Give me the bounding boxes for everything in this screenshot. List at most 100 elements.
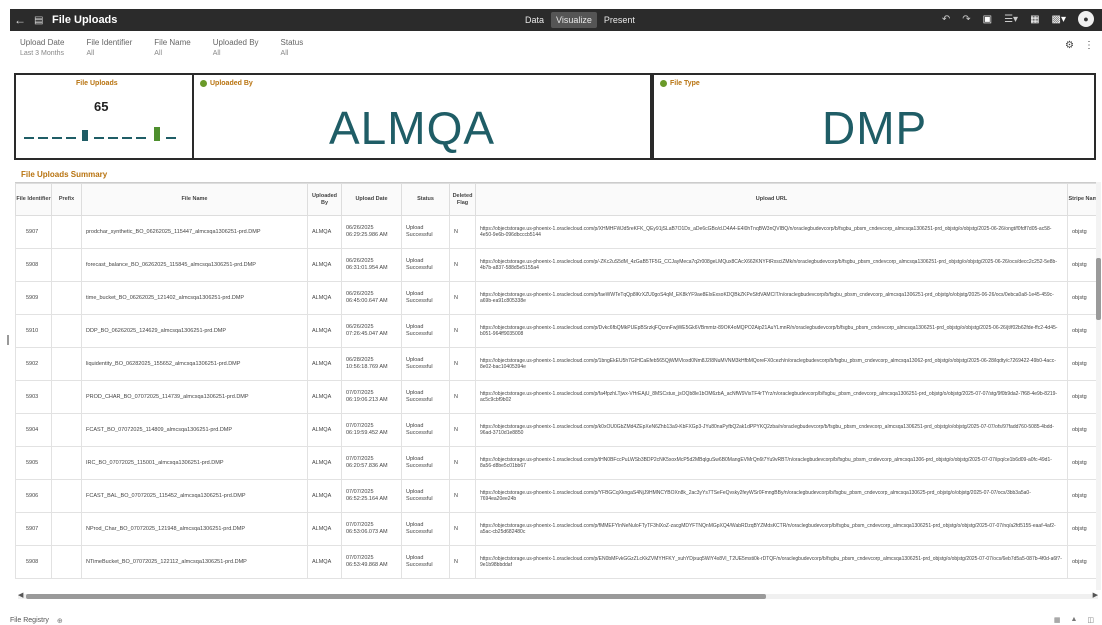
cell-file-name: FCAST_BO_07072025_114809_almcsqa1306251-… [81, 413, 308, 447]
vertical-scrollbar[interactable] [1096, 182, 1101, 590]
filter-uploaded-by[interactable]: Uploaded By All [213, 38, 259, 66]
file-uploads-tile[interactable]: File Uploads 65 [14, 73, 194, 160]
cell-upload-date: 06/26/2025 06:45:00.647 AM [341, 281, 402, 315]
panel-resize-handle[interactable] [7, 335, 9, 345]
cell-uploaded-by: ALMQA [307, 446, 342, 480]
cell-status: Upload Successful [401, 446, 450, 480]
table-row[interactable]: 5907 prodchar_synthetic_BO_06262025_11544… [15, 215, 1101, 249]
column-header[interactable]: File Identifier [15, 183, 52, 216]
uploaded-by-tile[interactable]: Uploaded By ALMQA [192, 73, 652, 160]
summary-table-container[interactable]: File Identifier Prefix File Name Uploade… [15, 182, 1101, 590]
canvas-tab-file-registry[interactable]: File Registry [10, 617, 49, 624]
tab-data[interactable]: Data [520, 12, 549, 28]
filter-status[interactable]: Status All [281, 38, 304, 66]
column-header[interactable]: Prefix [51, 183, 82, 216]
uploaded-by-value: ALMQA [329, 102, 496, 154]
cell-upload-date: 07/07/2025 06:19:59.452 AM [341, 413, 402, 447]
cell-uploaded-by: ALMQA [307, 347, 342, 381]
grid-icon[interactable]: ▦ [1054, 616, 1061, 624]
table-row[interactable]: 5905 IRC_BO_07072025_115001_almcsqa130625… [15, 446, 1101, 480]
cell-file-name: liquidentity_BO_06282025_155652_almcsqa1… [81, 347, 308, 381]
column-header[interactable]: Upload URL [475, 183, 1068, 216]
table-row[interactable]: 5904 FCAST_BO_07072025_114809_almcsqa1306… [15, 413, 1101, 447]
cell-file-identifier: 5908 [15, 248, 52, 282]
column-header[interactable]: Upload Date [341, 183, 402, 216]
column-header[interactable]: File Name [81, 183, 308, 216]
cell-upload-url: https://objectstorage.us-phoenix-1.oracl… [475, 347, 1068, 381]
redo-icon[interactable]: ↷ [962, 14, 970, 25]
cell-status: Upload Successful [401, 215, 450, 249]
column-header[interactable]: Deleted Flag [449, 183, 476, 216]
undo-icon[interactable]: ↶ [942, 14, 950, 25]
filter-value: Last 3 Months [20, 50, 64, 57]
table-row[interactable]: 5908 forecast_balance_BO_06262025_115845_… [15, 248, 1101, 282]
tile-title: File Type [660, 80, 700, 87]
cell-upload-date: 06/28/2025 10:56:18.769 AM [341, 347, 402, 381]
preview-icon[interactable]: ▦ [1030, 14, 1039, 25]
save-dropdown-icon[interactable]: ▩▾ [1052, 14, 1066, 25]
table-row[interactable]: 5909 time_bucket_BO_06262025_121402_almcs… [15, 281, 1101, 315]
scroll-right-icon[interactable]: ▶ [1093, 591, 1098, 599]
cell-upload-date: 06/26/2025 06:31:01.954 AM [341, 248, 402, 282]
cell-file-identifier: 5902 [15, 347, 52, 381]
cell-upload-url: https://objectstorage.us-phoenix-1.oracl… [475, 545, 1068, 579]
filter-file-name[interactable]: File Name All [154, 38, 190, 66]
settings-icon[interactable]: ⚙ [1065, 40, 1074, 51]
user-avatar[interactable]: ● [1078, 11, 1094, 27]
mode-switcher: Data Visualize Present [520, 12, 640, 28]
cell-prefix [51, 479, 82, 513]
cell-prefix [51, 413, 82, 447]
filter-upload-date[interactable]: Upload Date Last 3 Months [20, 38, 64, 66]
scrollbar-thumb[interactable] [1096, 258, 1101, 320]
cell-prefix [51, 347, 82, 381]
file-uploads-count: 65 [94, 99, 109, 114]
more-options-icon[interactable]: ⋮ [1084, 40, 1094, 51]
refresh-icon[interactable]: ▣ [983, 14, 992, 25]
scrollbar-thumb[interactable] [26, 594, 766, 599]
sparkline-segment [24, 137, 34, 139]
cell-deleted-flag: N [449, 215, 476, 249]
uploads-sparkline [24, 121, 194, 141]
cell-file-name: NTimeBucket_BO_07072025_122112_almcsqa13… [81, 545, 308, 579]
file-type-tile[interactable]: File Type DMP [652, 73, 1096, 160]
cell-upload-date: 07/07/2025 06:53:06.073 AM [341, 512, 402, 546]
cell-file-identifier: 5906 [15, 479, 52, 513]
toolbar: ↶ ↷ ▣ ☰▾ ▦ ▩▾ ● [942, 11, 1094, 27]
scroll-left-icon[interactable]: ◀ [18, 591, 23, 599]
column-header[interactable]: Uploaded By [307, 183, 342, 216]
filter-file-identifier[interactable]: File Identifier All [86, 38, 132, 66]
back-arrow-icon[interactable]: ← [10, 13, 30, 27]
workbook-title: File Uploads [52, 14, 118, 26]
filter-value: All [212, 50, 221, 57]
sparkline-bar [154, 127, 160, 141]
table-row[interactable]: 5910 DDP_BO_06262025_124629_almcsqa130625… [15, 314, 1101, 348]
pin-icon[interactable]: ▲ [1070, 616, 1077, 624]
cell-file-identifier: 5904 [15, 413, 52, 447]
cell-upload-url: https://objectstorage.us-phoenix-1.oracl… [475, 248, 1068, 282]
cell-uploaded-by: ALMQA [307, 248, 342, 282]
cell-status: Upload Successful [401, 413, 450, 447]
cell-prefix [51, 215, 82, 249]
cell-deleted-flag: N [449, 413, 476, 447]
table-row[interactable]: 5907 NProd_Char_BO_07072025_121948_almcsq… [15, 512, 1101, 546]
table-row[interactable]: 5908 NTimeBucket_BO_07072025_122112_almcs… [15, 545, 1101, 579]
tile-status-icon [200, 80, 207, 87]
tab-visualize[interactable]: Visualize [551, 12, 597, 28]
horizontal-scrollbar[interactable]: ◀ ▶ [18, 591, 1098, 599]
cell-deleted-flag: N [449, 512, 476, 546]
table-row[interactable]: 5906 FCAST_BAL_BO_07072025_115452_almcsqa… [15, 479, 1101, 513]
table-row[interactable]: 5903 PROD_CHAR_BO_07072025_114739_almcsqa… [15, 380, 1101, 414]
add-canvas-icon[interactable]: ⊕ [57, 617, 63, 625]
column-header[interactable]: Status [401, 183, 450, 216]
top-bar: ← ▤ File Uploads Data Visualize Present … [10, 9, 1102, 31]
cell-uploaded-by: ALMQA [307, 413, 342, 447]
table-row[interactable]: 5902 liquidentity_BO_06282025_155652_almc… [15, 347, 1101, 381]
tile-title-text: File Type [670, 80, 700, 87]
cell-upload-url: https://objectstorage.us-phoenix-1.oracl… [475, 215, 1068, 249]
menu-dropdown-icon[interactable]: ☰▾ [1004, 14, 1018, 25]
tab-present[interactable]: Present [599, 12, 640, 28]
filter-label: Upload Date [20, 38, 65, 47]
filter-label: File Name [154, 38, 191, 47]
layout-icon[interactable]: ◫ [1087, 616, 1094, 624]
cell-upload-date: 06/26/2025 06:29:25.986 AM [341, 215, 402, 249]
